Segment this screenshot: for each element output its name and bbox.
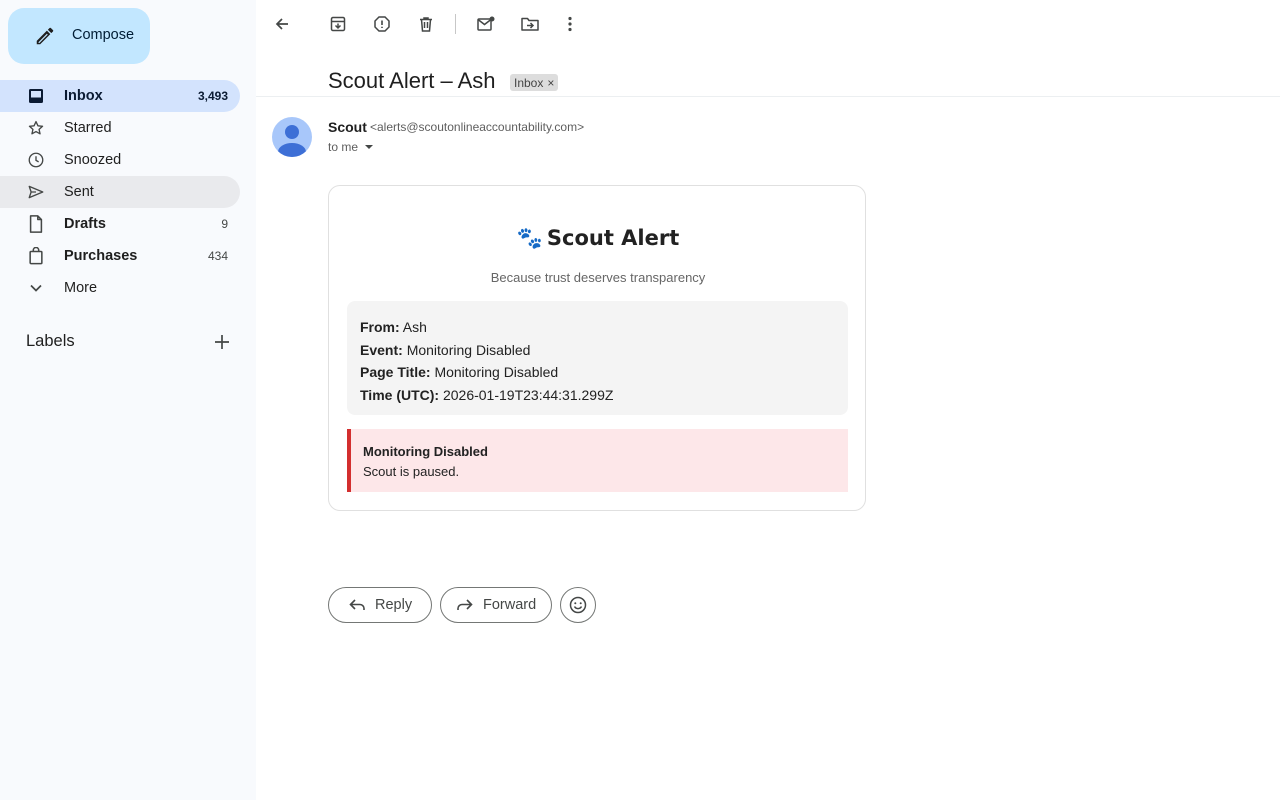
reply-button[interactable]: Reply xyxy=(328,587,432,623)
detail-value: Monitoring Disabled xyxy=(406,341,531,358)
warning-banner: Monitoring Disabled Scout is paused. xyxy=(347,429,848,492)
warning-title: Monitoring Disabled xyxy=(363,444,488,459)
sidebar-item-drafts[interactable]: Drafts 9 xyxy=(0,208,240,240)
recipient-details-toggle[interactable]: to me xyxy=(328,140,374,154)
more-options-icon xyxy=(568,16,572,32)
sender-name: Scout xyxy=(328,119,367,135)
detail-row: Page Title: Monitoring Disabled xyxy=(360,361,835,384)
sidebar-item-label: Purchases xyxy=(64,248,138,264)
sidebar-item-inbox[interactable]: Inbox 3,493 xyxy=(0,80,240,112)
emoji-reaction-button[interactable] xyxy=(560,587,596,623)
mark-unread-button[interactable] xyxy=(474,12,498,36)
card-tagline: Because trust deserves transparency xyxy=(490,270,706,285)
detail-row: Event: Monitoring Disabled xyxy=(360,339,835,362)
shopping-bag-icon xyxy=(26,247,46,265)
sidebar-item-label: Snoozed xyxy=(64,152,122,168)
add-label-icon[interactable] xyxy=(212,332,232,352)
back-icon xyxy=(275,18,288,30)
card-title-text: Scout Alert xyxy=(546,226,680,250)
compose-button[interactable]: Compose xyxy=(8,8,150,64)
sidebar-item-snoozed[interactable]: Snoozed xyxy=(0,144,240,176)
sender-avatar[interactable] xyxy=(272,117,312,157)
sidebar-item-count: 434 xyxy=(207,249,228,263)
forward-button[interactable]: Forward xyxy=(440,587,552,623)
forward-label: Forward xyxy=(483,597,537,613)
send-icon xyxy=(26,183,46,201)
person-icon xyxy=(278,125,306,157)
caret-down-icon xyxy=(365,145,374,149)
star-icon xyxy=(26,119,46,137)
paw-icon: 🐾 xyxy=(516,226,543,250)
alert-details: From: Ash Event: Monitoring Disabled Pag… xyxy=(347,301,848,415)
sidebar-item-label: Sent xyxy=(64,184,94,200)
back-button[interactable] xyxy=(270,12,294,36)
remove-label-button[interactable]: × xyxy=(547,76,554,90)
sidebar-item-label: Starred xyxy=(64,120,112,136)
clock-icon xyxy=(26,151,46,169)
subject-divider xyxy=(256,96,1280,97)
sidebar-item-label: More xyxy=(64,280,98,296)
smiley-icon xyxy=(569,596,587,614)
sidebar: Compose Inbox 3,493 Starred Snoozed Sent… xyxy=(0,0,256,800)
sidebar-item-sent[interactable]: Sent xyxy=(0,176,240,208)
toolbar-divider xyxy=(455,14,456,34)
detail-value: Ash xyxy=(402,319,427,335)
more-options-button[interactable] xyxy=(558,12,582,36)
recipient-text: to me xyxy=(328,140,359,154)
mark-unread-icon xyxy=(477,16,495,31)
inbox-label-chip[interactable]: Inbox × xyxy=(510,74,559,91)
move-to-icon xyxy=(521,17,539,31)
detail-row: Time (UTC): 2026-01-19T23:44:31.299Z xyxy=(360,384,835,407)
detail-value: 2026-01-19T23:44:31.299Z xyxy=(442,386,614,403)
inbox-icon xyxy=(26,87,46,105)
move-to-button[interactable] xyxy=(518,12,542,36)
draft-icon xyxy=(26,215,46,233)
warning-text: Scout is paused. xyxy=(363,464,460,479)
report-spam-icon xyxy=(374,16,390,32)
email-subject: Scout Alert – Ash xyxy=(328,68,496,93)
detail-value: Monitoring Disabled xyxy=(434,364,559,380)
sidebar-item-more[interactable]: More xyxy=(0,272,240,304)
delete-icon xyxy=(420,17,432,32)
email-body-card: 🐾 Scout Alert Because trust deserves tran… xyxy=(328,185,866,511)
sidebar-item-purchases[interactable]: Purchases 434 xyxy=(0,240,240,272)
reply-label: Reply xyxy=(375,597,413,613)
labels-header: Labels xyxy=(26,332,75,350)
sidebar-item-label: Inbox xyxy=(64,88,103,104)
card-title: 🐾 Scout Alert xyxy=(329,226,867,251)
detail-key: Event: xyxy=(360,341,403,358)
reply-icon xyxy=(347,595,367,615)
delete-button[interactable] xyxy=(414,12,438,36)
sidebar-item-label: Drafts xyxy=(64,216,106,232)
forward-icon xyxy=(455,595,475,615)
message-view: Scout Alert – Ash Inbox × Scout <alerts@… xyxy=(256,0,1280,800)
detail-row: From: Ash xyxy=(360,316,835,339)
archive-icon xyxy=(330,16,346,32)
sidebar-item-count: 3,493 xyxy=(197,89,228,103)
archive-button[interactable] xyxy=(326,12,350,36)
chevron-down-icon xyxy=(26,279,46,297)
label-chip-text: Inbox xyxy=(514,75,544,90)
pencil-icon xyxy=(36,27,54,45)
compose-label: Compose xyxy=(72,27,135,43)
report-spam-button[interactable] xyxy=(370,12,394,36)
detail-key: Page Title: xyxy=(360,364,431,380)
detail-key: Time (UTC): xyxy=(360,386,440,403)
sidebar-item-count: 9 xyxy=(221,217,228,231)
detail-key: From: xyxy=(360,319,400,335)
sender-email: <alerts@scoutonlineaccountability.com> xyxy=(370,120,585,134)
sidebar-item-starred[interactable]: Starred xyxy=(0,112,240,144)
